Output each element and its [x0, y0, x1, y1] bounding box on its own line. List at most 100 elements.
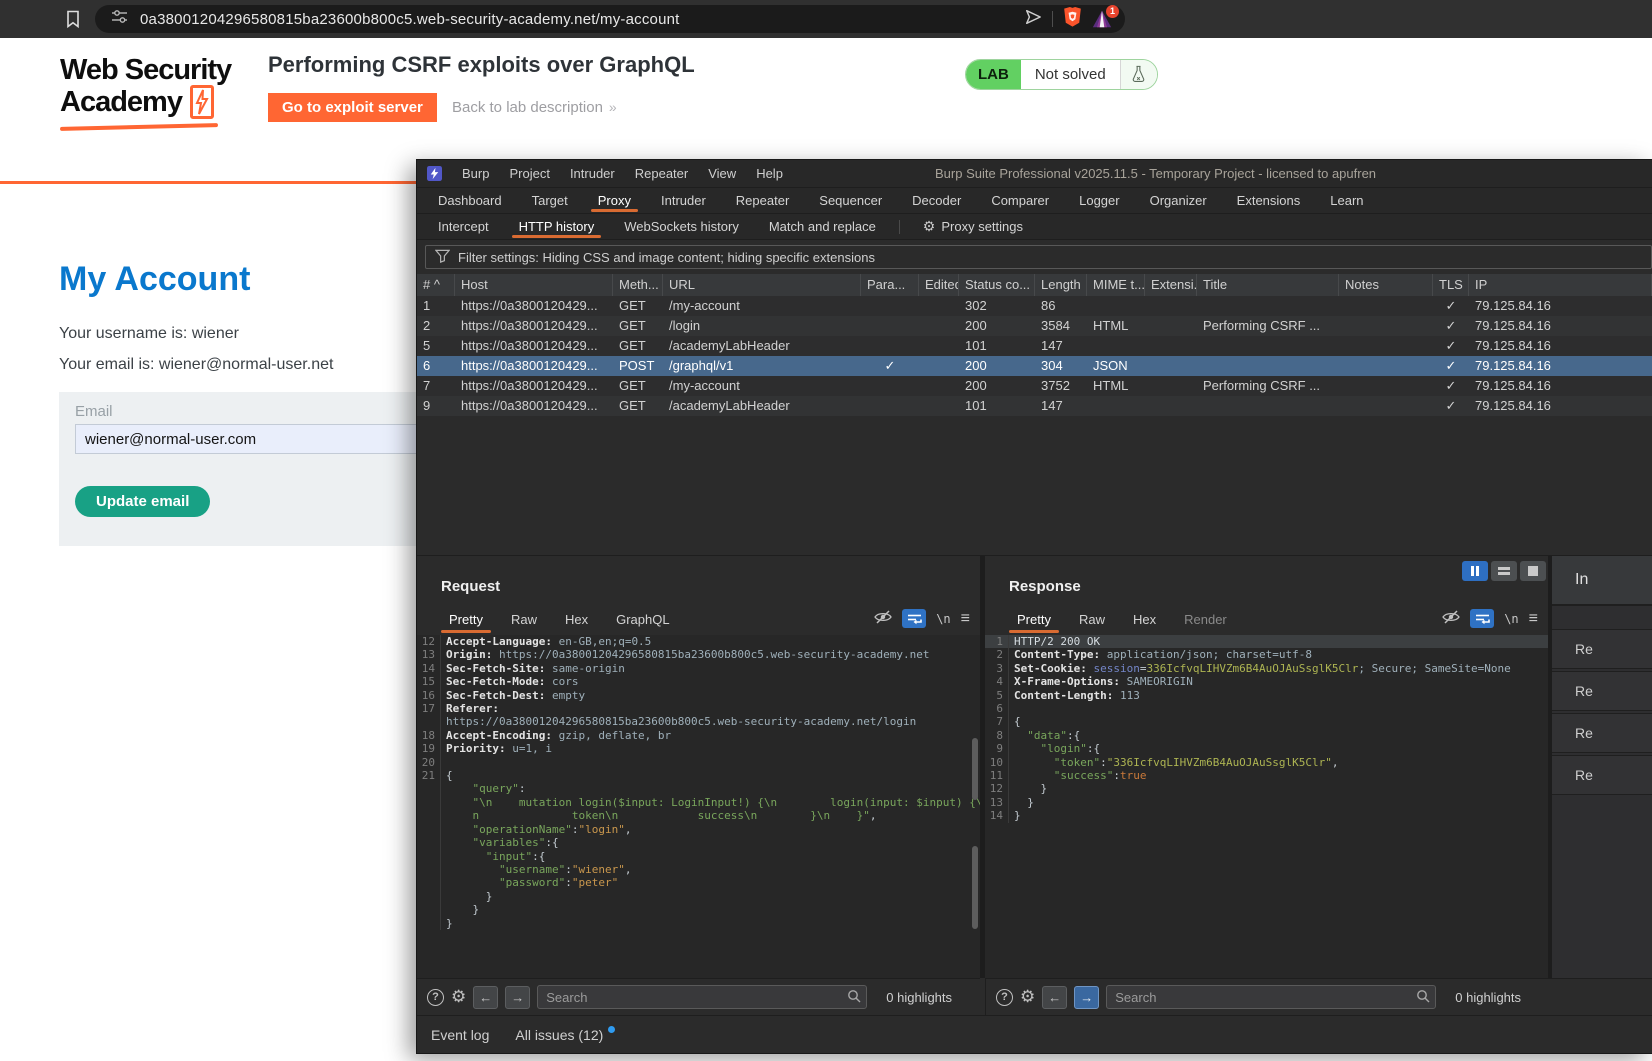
- http-history-row[interactable]: 5 https://0a3800120429... GET/academyLabHe…: [417, 336, 1652, 356]
- request-scrollbar[interactable]: [972, 738, 978, 800]
- view-tab-pretty[interactable]: Pretty: [1003, 607, 1065, 633]
- view-tab-raw[interactable]: Raw: [497, 607, 551, 633]
- menu-help[interactable]: Help: [746, 160, 793, 187]
- cell-mime-t: HTML: [1093, 378, 1129, 393]
- inspector-item[interactable]: Re: [1552, 755, 1652, 795]
- column-header-mime-t[interactable]: MIME t...: [1087, 274, 1145, 296]
- request-scrollbar[interactable]: [972, 846, 978, 929]
- view-tab-raw[interactable]: Raw: [1065, 607, 1119, 633]
- column-header-title[interactable]: Title: [1197, 274, 1339, 296]
- prev-match-button[interactable]: ←: [473, 985, 499, 1009]
- cell-notes: [1339, 376, 1433, 396]
- column-header-tls[interactable]: TLS: [1433, 274, 1469, 296]
- http-history-row[interactable]: 6 https://0a3800120429... POST/graphql/v1 ✓…: [417, 356, 1652, 376]
- menu-intruder[interactable]: Intruder: [560, 160, 625, 187]
- menu-burp[interactable]: Burp: [452, 160, 499, 187]
- http-history-row[interactable]: 7 https://0a3800120429... GET/my-account 20…: [417, 376, 1652, 396]
- hide-nonprintable-icon[interactable]: [1442, 610, 1460, 627]
- menu-project[interactable]: Project: [499, 160, 559, 187]
- subtab-intercept[interactable]: Intercept: [423, 214, 504, 239]
- menu-repeater[interactable]: Repeater: [625, 160, 698, 187]
- http-history-row[interactable]: 2 https://0a3800120429... GET/login 200 3584…: [417, 316, 1652, 336]
- hide-nonprintable-icon[interactable]: [874, 610, 892, 627]
- response-editor[interactable]: 1 HTTP/2 200 OK 2 Content-Type: application…: [985, 635, 1548, 978]
- extension-icon[interactable]: 1: [1091, 5, 1119, 30]
- tab-sequencer[interactable]: Sequencer: [804, 188, 897, 213]
- code-line: 16 Sec-Fetch-Dest: empty: [417, 688, 980, 703]
- column-header-notes[interactable]: Notes: [1339, 274, 1433, 296]
- tab-comparer[interactable]: Comparer: [976, 188, 1064, 213]
- inspector-item[interactable]: Re: [1552, 713, 1652, 753]
- view-tab-hex[interactable]: Hex: [551, 607, 602, 633]
- view-tab-pretty[interactable]: Pretty: [435, 607, 497, 633]
- response-view-tabs: Pretty Raw Hex Render: [1003, 607, 1241, 633]
- http-history-row[interactable]: 1 https://0a3800120429... GET/my-account 30…: [417, 296, 1652, 316]
- line-number: 8: [985, 728, 1009, 743]
- inspector-header[interactable]: In: [1552, 556, 1652, 606]
- view-tab-render[interactable]: Render: [1170, 607, 1241, 633]
- bottom-tab-all-issues-12[interactable]: All issues (12): [515, 1026, 616, 1043]
- gear-icon[interactable]: ⚙: [451, 987, 466, 1007]
- subtab-proxy-settings[interactable]: ⚙ Proxy settings: [908, 214, 1038, 239]
- back-to-lab-description-link[interactable]: Back to lab description»: [452, 99, 617, 116]
- http-history-row[interactable]: 9 https://0a3800120429... GET/academyLabHe…: [417, 396, 1652, 416]
- request-search-input[interactable]: [537, 985, 868, 1009]
- subtab-http-history[interactable]: HTTP history: [504, 214, 610, 239]
- go-to-exploit-server-button[interactable]: Go to exploit server: [268, 93, 437, 122]
- subtab-match-and-replace[interactable]: Match and replace: [754, 214, 891, 239]
- help-icon[interactable]: ?: [996, 988, 1013, 1006]
- subtab-websockets-history[interactable]: WebSockets history: [609, 214, 754, 239]
- line-number: 14: [985, 809, 1009, 823]
- send-icon[interactable]: [1023, 8, 1043, 31]
- update-email-button[interactable]: Update email: [75, 486, 211, 517]
- tab-organizer[interactable]: Organizer: [1135, 188, 1222, 213]
- show-newlines-button[interactable]: \n: [936, 612, 950, 626]
- tab-target[interactable]: Target: [517, 188, 583, 213]
- code-line: "variables":{: [417, 836, 980, 850]
- tab-dashboard[interactable]: Dashboard: [423, 188, 517, 213]
- column-header-length[interactable]: Length: [1035, 274, 1087, 296]
- editor-menu-icon[interactable]: ≡: [961, 610, 970, 628]
- column-header-extensi[interactable]: Extensi...: [1145, 274, 1197, 296]
- column-header-edited[interactable]: Edited: [919, 274, 959, 296]
- url-bar[interactable]: 0a38001204296580815ba23600b800c5.web-sec…: [95, 5, 1125, 33]
- view-tab-graphql[interactable]: GraphQL: [602, 607, 683, 633]
- response-search-input[interactable]: [1106, 985, 1437, 1009]
- column-header-url[interactable]: URL: [663, 274, 861, 296]
- inspector-item[interactable]: Re: [1552, 629, 1652, 669]
- inspector-item[interactable]: Re: [1552, 671, 1652, 711]
- tab-extensions[interactable]: Extensions: [1222, 188, 1316, 213]
- line-number: [417, 889, 441, 904]
- request-editor[interactable]: 12 Accept-Language: en-GB,en;q=0.5 13 Origi…: [417, 635, 980, 978]
- web-security-academy-logo[interactable]: Web Security Academy: [59, 55, 232, 131]
- column-header-[interactable]: # ^: [417, 274, 455, 296]
- tab-intruder[interactable]: Intruder: [646, 188, 721, 213]
- editor-menu-icon[interactable]: ≡: [1529, 610, 1538, 628]
- column-header-status-co[interactable]: Status co...: [959, 274, 1035, 296]
- help-icon[interactable]: ?: [427, 988, 444, 1006]
- tab-proxy[interactable]: Proxy: [583, 188, 646, 213]
- next-match-button[interactable]: →: [1074, 985, 1100, 1009]
- brave-shield-icon[interactable]: [1062, 6, 1083, 33]
- word-wrap-button[interactable]: [902, 609, 927, 628]
- tab-repeater[interactable]: Repeater: [721, 188, 804, 213]
- view-tab-hex[interactable]: Hex: [1119, 607, 1170, 633]
- gear-icon[interactable]: ⚙: [1020, 987, 1035, 1007]
- tab-learn[interactable]: Learn: [1315, 188, 1378, 213]
- column-header-meth[interactable]: Meth...: [613, 274, 663, 296]
- site-settings-icon[interactable]: [111, 9, 128, 29]
- column-header-ip[interactable]: IP: [1469, 274, 1652, 296]
- prev-match-button[interactable]: ←: [1042, 985, 1068, 1009]
- next-match-button[interactable]: →: [505, 985, 531, 1009]
- show-newlines-button[interactable]: \n: [1504, 612, 1518, 626]
- tab-decoder[interactable]: Decoder: [897, 188, 976, 213]
- code-line: 2 Content-Type: application/json; charset…: [985, 648, 1548, 662]
- tab-logger[interactable]: Logger: [1064, 188, 1134, 213]
- menu-view[interactable]: View: [698, 160, 746, 187]
- column-header-host[interactable]: Host: [455, 274, 613, 296]
- column-header-para[interactable]: Para...: [861, 274, 919, 296]
- bookmark-icon[interactable]: [63, 9, 83, 29]
- filter-settings-bar[interactable]: Filter settings: Hiding CSS and image co…: [425, 245, 1652, 269]
- bottom-tab-event-log[interactable]: Event log: [431, 1027, 489, 1043]
- word-wrap-button[interactable]: [1470, 609, 1495, 628]
